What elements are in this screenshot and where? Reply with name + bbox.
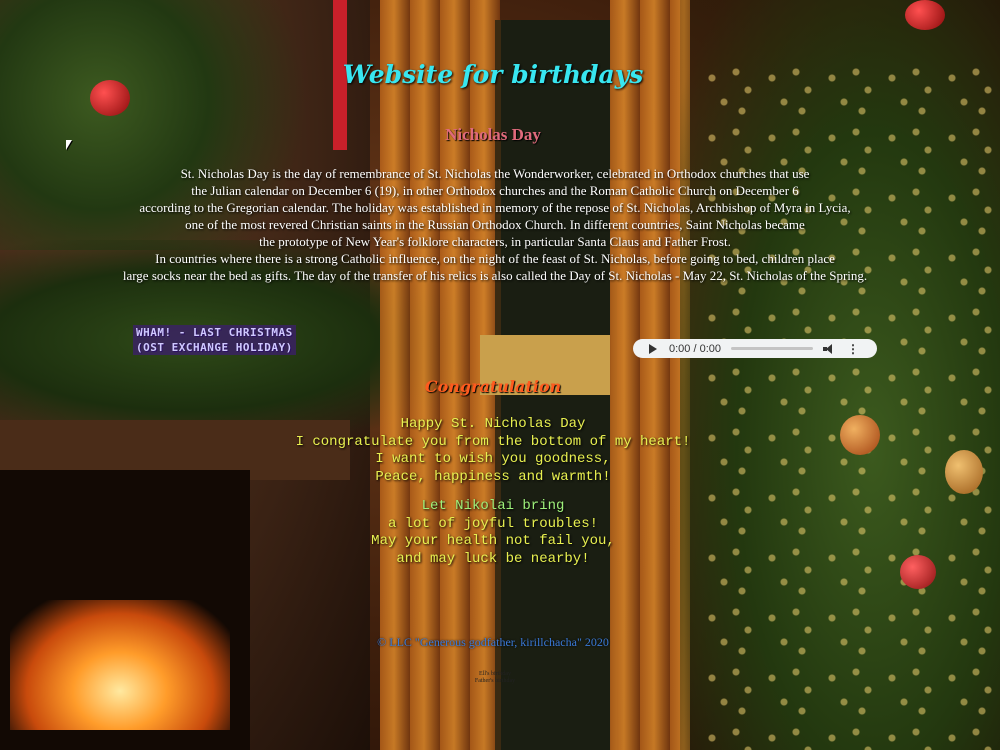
copyright: © LLC "Generous godfather, kirillchacha"… xyxy=(377,635,609,649)
holiday-description: St. Nicholas Day is the day of remembran… xyxy=(115,165,875,284)
audio-progress-track[interactable] xyxy=(731,347,813,350)
description-line: large socks near the bed as gifts. The d… xyxy=(122,268,868,283)
mouse-cursor-icon xyxy=(66,140,72,150)
song-link-line1: WHAM! - LAST CHRISTMAS xyxy=(136,326,293,339)
poem-line: Peace, happiness and warmth! xyxy=(375,468,611,485)
song-link[interactable]: WHAM! - LAST CHRISTMAS (OST EXCHANGE HOL… xyxy=(133,325,296,355)
stanza-gap xyxy=(0,486,986,498)
description-line: the prototype of New Year's folklore cha… xyxy=(259,234,731,249)
description-line: the Julian calendar on December 6 (19), … xyxy=(191,183,799,198)
poem-line: I congratulate you from the bottom of my… xyxy=(295,433,691,450)
page-content: Website for birthdays Nicholas Day St. N… xyxy=(0,0,1000,750)
song-link-line2: (OST EXCHANGE HOLIDAY) xyxy=(136,341,293,354)
more-options-icon[interactable]: ⋮ xyxy=(847,343,859,355)
footer-links: Ell's birthday Father's birthday xyxy=(460,671,530,685)
audio-player: 0:00 / 0:00 ⋮ xyxy=(633,339,877,358)
poem-line: and may luck be nearby! xyxy=(396,550,590,567)
description-line: one of the most revered Christian saints… xyxy=(185,217,805,232)
site-title: Website for birthdays xyxy=(342,60,644,89)
description-line: In countries where there is a strong Cat… xyxy=(155,251,835,266)
play-icon[interactable] xyxy=(649,343,657,354)
volume-icon[interactable] xyxy=(823,343,835,354)
poem-line: Let Nikolai bring xyxy=(421,498,565,514)
footer-link[interactable]: Father's birthday xyxy=(460,678,530,685)
poem-line: a lot of joyful troubles! xyxy=(387,515,599,532)
poem-line: I want to wish you goodness, xyxy=(375,451,611,467)
description-line: St. Nicholas Day is the day of remembran… xyxy=(180,166,810,181)
congratulation-poem: Happy St. Nicholas Day I congratulate yo… xyxy=(0,416,986,568)
footer-link[interactable]: Ell's birthday xyxy=(460,671,530,678)
holiday-title: Nicholas Day xyxy=(445,125,541,144)
audio-time: 0:00 / 0:00 xyxy=(669,342,721,355)
poem-line: Happy St. Nicholas Day xyxy=(400,416,586,432)
poem-line: May your health not fail you, xyxy=(371,533,615,549)
congratulation-title: Congratulation xyxy=(424,377,562,396)
description-line: according to the Gregorian calendar. The… xyxy=(139,200,851,215)
